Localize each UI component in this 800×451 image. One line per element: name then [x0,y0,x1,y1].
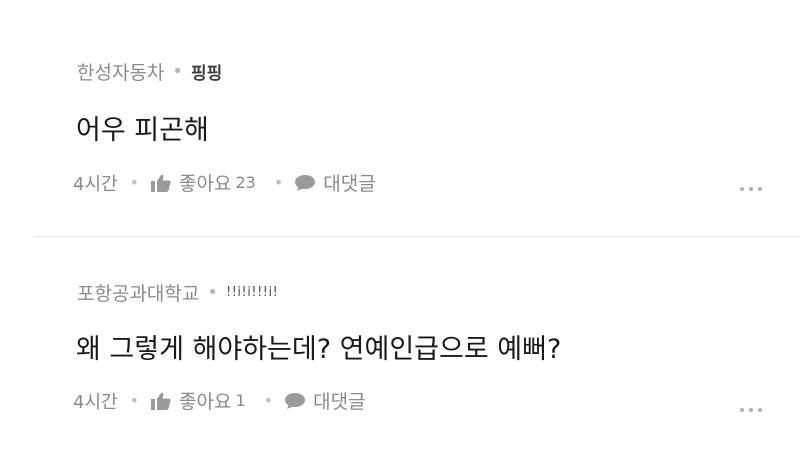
action-separator: • [263,391,274,410]
comment-time: 4시간 [73,391,118,413]
comment-text: 왜 그렇게 해야하는데? 연예인급으로 예뻐? [76,334,562,365]
comment-meta: 포항공과대학교 • !!i!i!!!i! [77,279,278,306]
meta-separator: • [207,282,218,303]
like-count: 1 [235,391,246,410]
thumbs-up-icon [151,392,171,410]
more-dots-icon [749,187,753,191]
comment-time: 4시간 [73,173,118,195]
more-dots-icon [740,187,744,191]
like-button[interactable]: 좋아요 23 [151,169,256,196]
author-nickname[interactable]: 핑핑 [191,59,222,84]
more-dots-icon [758,408,762,412]
comment-item: 포항공과대학교 • !!i!i!!!i! 왜 그렇게 해야하는데? 연예인급으로… [0,236,800,451]
author-org: 포항공과대학교 [77,283,200,305]
more-options-button[interactable] [740,187,762,191]
like-button[interactable]: 좋아요 1 [151,387,246,414]
more-dots-icon [749,408,753,412]
action-separator: • [129,391,140,410]
reply-label: 대댓글 [323,173,376,195]
reply-label: 대댓글 [313,391,366,413]
more-dots-icon [758,187,762,191]
like-label: 좋아요 [179,391,232,413]
comment-actions: 4시간 • 좋아요 23 • 대댓글 [73,169,382,196]
comment-actions: 4시간 • 좋아요 1 • 대댓글 [73,387,372,414]
reply-button[interactable]: 대댓글 [285,387,366,414]
author-nickname[interactable]: !!i!i!!!i! [226,285,278,300]
speech-bubble-icon [285,392,306,410]
comment-item: 한성자동차 • 핑핑 어우 피곤해 4시간 • 좋아요 23 • 대댓글 [0,0,800,236]
speech-bubble-icon [295,174,316,192]
thumbs-up-icon [151,174,171,192]
action-separator: • [129,173,140,192]
action-separator: • [273,173,284,192]
meta-separator: • [172,61,184,82]
more-options-button[interactable] [740,408,762,412]
comment-text: 어우 피곤해 [76,115,209,146]
comment-meta: 한성자동차 • 핑핑 [77,58,222,85]
author-org: 한성자동차 [77,62,165,84]
like-count: 23 [235,173,256,192]
like-label: 좋아요 [179,173,232,195]
reply-button[interactable]: 대댓글 [295,169,376,196]
more-dots-icon [740,408,744,412]
